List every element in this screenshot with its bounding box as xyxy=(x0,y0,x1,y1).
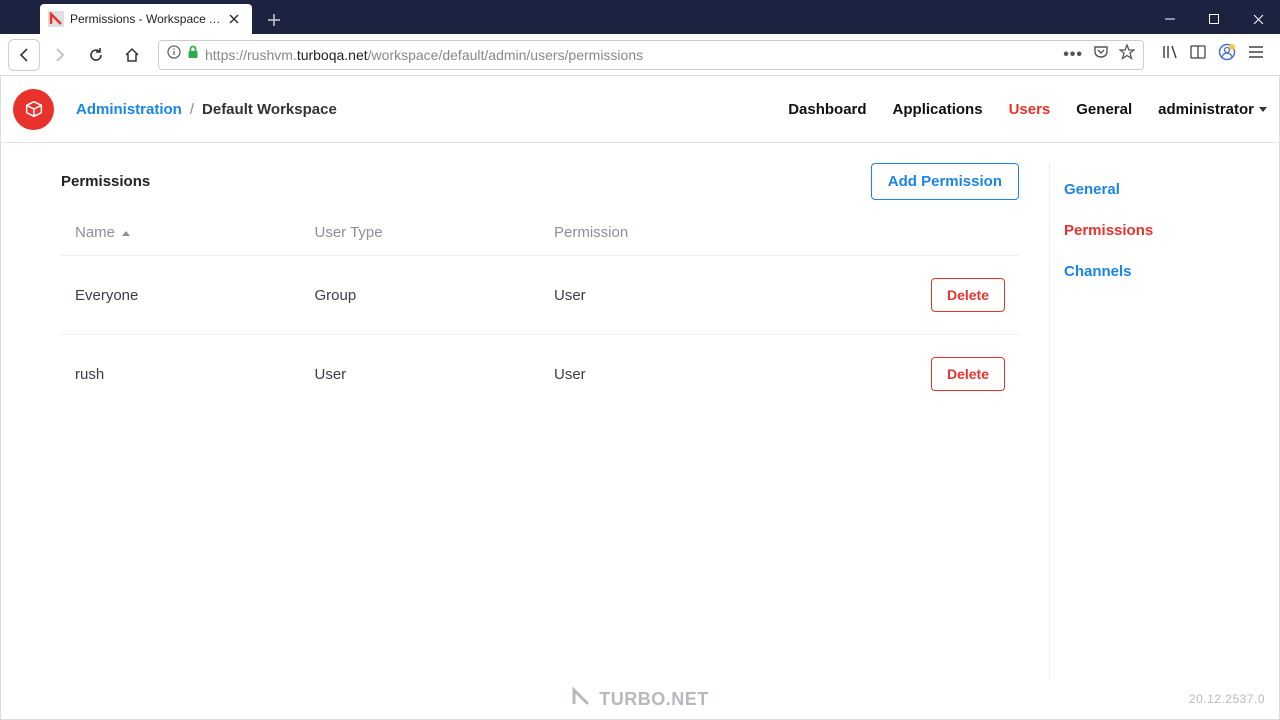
app-logo-icon[interactable] xyxy=(13,89,54,130)
back-button[interactable] xyxy=(8,39,40,71)
caret-down-icon xyxy=(1259,107,1267,112)
breadcrumb-link-administration[interactable]: Administration xyxy=(76,101,182,118)
breadcrumb-current: Default Workspace xyxy=(202,101,337,118)
sidebar-item-channels[interactable]: Channels xyxy=(1064,251,1219,292)
forward-button xyxy=(44,39,76,71)
sidebar-item-general[interactable]: General xyxy=(1064,169,1219,210)
add-permission-button[interactable]: Add Permission xyxy=(871,163,1019,200)
info-icon[interactable] xyxy=(167,45,181,64)
right-sidebar: General Permissions Channels xyxy=(1049,163,1219,679)
browser-toolbar: https://rushvm.turboqa.net/workspace/def… xyxy=(0,34,1280,76)
window-maximize-button[interactable] xyxy=(1192,4,1236,34)
menu-icon[interactable] xyxy=(1248,45,1264,64)
nav-users[interactable]: Users xyxy=(1009,101,1051,118)
bookmark-star-icon[interactable] xyxy=(1119,44,1135,65)
app-header: Administration / Default Workspace Dashb… xyxy=(1,76,1279,143)
delete-button[interactable]: Delete xyxy=(931,278,1005,312)
cell-name: rush xyxy=(61,335,301,414)
cell-usertype: User xyxy=(301,335,541,414)
page-title: Permissions xyxy=(61,173,150,190)
col-header-usertype[interactable]: User Type xyxy=(301,212,541,256)
footer-brand-text: TURBO.NET xyxy=(599,689,709,710)
app-footer: TURBO.NET 20.12.2537.0 xyxy=(1,679,1279,719)
cell-permission: User xyxy=(540,256,827,335)
footer-logo-icon xyxy=(571,687,591,712)
browser-titlebar: Permissions - Workspace Admi xyxy=(0,0,1280,34)
cell-name: Everyone xyxy=(61,256,301,335)
more-icon[interactable]: ••• xyxy=(1063,46,1083,64)
tab-favicon-icon xyxy=(48,11,64,27)
footer-version: 20.12.2537.0 xyxy=(1189,692,1265,706)
delete-button[interactable]: Delete xyxy=(931,357,1005,391)
top-nav: Dashboard Applications Users General adm… xyxy=(788,101,1267,118)
reader-view-icon[interactable] xyxy=(1190,44,1206,65)
cell-usertype: Group xyxy=(301,256,541,335)
browser-tab-active[interactable]: Permissions - Workspace Admi xyxy=(40,4,252,34)
url-bar[interactable]: https://rushvm.turboqa.net/workspace/def… xyxy=(158,40,1144,70)
profile-icon[interactable] xyxy=(1218,43,1236,66)
cell-permission: User xyxy=(540,335,827,414)
table-row: rush User User Delete xyxy=(61,335,1019,414)
col-header-name[interactable]: Name xyxy=(61,212,301,256)
lock-icon xyxy=(187,45,199,64)
window-close-button[interactable] xyxy=(1236,4,1280,34)
new-tab-button[interactable] xyxy=(260,6,288,34)
nav-applications[interactable]: Applications xyxy=(893,101,983,118)
sort-asc-icon xyxy=(122,231,130,236)
nav-dashboard[interactable]: Dashboard xyxy=(788,101,866,118)
user-menu[interactable]: administrator xyxy=(1158,101,1267,118)
permissions-table: Name User Type Permission Everyone Group… xyxy=(61,212,1019,413)
window-minimize-button[interactable] xyxy=(1148,4,1192,34)
home-button[interactable] xyxy=(116,39,148,71)
breadcrumb-separator: / xyxy=(190,101,194,118)
pocket-icon[interactable] xyxy=(1093,45,1109,64)
url-text: https://rushvm.turboqa.net/workspace/def… xyxy=(205,47,1057,63)
sidebar-item-permissions[interactable]: Permissions xyxy=(1064,210,1219,251)
breadcrumb: Administration / Default Workspace xyxy=(76,101,337,118)
tab-title: Permissions - Workspace Admi xyxy=(70,12,222,26)
tab-close-icon[interactable] xyxy=(226,11,242,27)
table-row: Everyone Group User Delete xyxy=(61,256,1019,335)
col-header-permission[interactable]: Permission xyxy=(540,212,827,256)
user-menu-label: administrator xyxy=(1158,101,1254,118)
library-icon[interactable] xyxy=(1162,44,1178,65)
nav-general[interactable]: General xyxy=(1076,101,1132,118)
reload-button[interactable] xyxy=(80,39,112,71)
